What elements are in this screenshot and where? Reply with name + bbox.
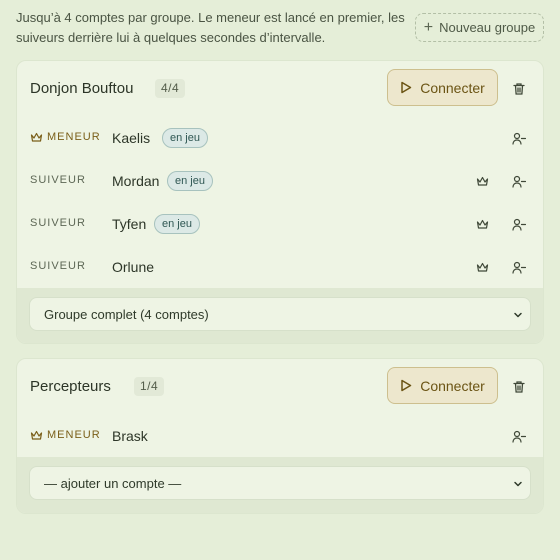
role-label: MENEUR [30, 131, 101, 143]
group-card-donjon-bouftou: Donjon Bouftou 4/4 Connecter MENEUR Kael… [16, 60, 544, 344]
remove-user-icon[interactable] [511, 216, 527, 232]
group-name: Donjon Bouftou [30, 80, 134, 97]
role-label: SUIVEUR [30, 174, 86, 186]
chevron-down-icon [512, 478, 524, 490]
play-icon [400, 81, 412, 94]
group-name: Percepteurs [30, 378, 111, 395]
remove-user-icon[interactable] [511, 259, 527, 275]
crown-icon [30, 132, 43, 143]
plus-icon: + [423, 18, 434, 36]
account-name: Tyfen [112, 216, 147, 232]
delete-group-trash-icon[interactable] [509, 377, 529, 397]
make-leader-crown-icon[interactable] [474, 216, 490, 232]
make-leader-crown-icon[interactable] [474, 173, 490, 189]
group-header: Percepteurs 1/4 Connecter [17, 359, 543, 415]
account-name: Orlune [112, 259, 155, 275]
crown-icon [30, 430, 43, 441]
status-badge: en jeu [162, 128, 208, 148]
group-count: 1/4 [134, 377, 165, 396]
new-group-button[interactable]: + Nouveau groupe [415, 13, 544, 42]
role-label: SUIVEUR [30, 217, 86, 229]
connect-label: Connecter [420, 377, 485, 394]
remove-user-icon[interactable] [511, 428, 527, 444]
role-label: SUIVEUR [30, 260, 86, 272]
select-value: — ajouter un compte — [44, 476, 182, 491]
account-name: Kaelis [112, 130, 151, 146]
connect-label: Connecter [420, 79, 485, 96]
add-account-select[interactable]: — ajouter un compte — [29, 466, 531, 500]
remove-user-icon[interactable] [511, 173, 527, 189]
role-text: MENEUR [47, 131, 101, 143]
chevron-down-icon [512, 309, 524, 321]
group-card-percepteurs: Percepteurs 1/4 Connecter MENEUR Brask —… [16, 358, 544, 514]
member-row-orlune: SUIVEUR Orlune [17, 246, 543, 289]
remove-user-icon[interactable] [511, 130, 527, 146]
connect-button[interactable]: Connecter [387, 69, 498, 106]
intro-text: Jusqu’à 4 comptes par groupe. Le meneur … [16, 10, 405, 45]
role-text: MENEUR [47, 429, 101, 441]
account-name: Brask [112, 428, 148, 444]
status-badge: en jeu [154, 214, 200, 234]
make-leader-crown-icon[interactable] [474, 259, 490, 275]
group-header: Donjon Bouftou 4/4 Connecter [17, 61, 543, 117]
role-label: MENEUR [30, 429, 101, 441]
member-row-kaelis: MENEUR Kaelis en jeu [17, 117, 543, 160]
play-icon [400, 379, 412, 392]
connect-button[interactable]: Connecter [387, 367, 498, 404]
status-badge: en jeu [167, 171, 213, 191]
add-account-select[interactable]: Groupe complet (4 comptes) [29, 297, 531, 331]
member-row-mordan: SUIVEUR Mordan en jeu [17, 160, 543, 203]
group-count: 4/4 [155, 79, 186, 98]
member-row-tyfen: SUIVEUR Tyfen en jeu [17, 203, 543, 246]
group-footer: Groupe complet (4 comptes) [17, 288, 543, 343]
account-name: Mordan [112, 173, 160, 189]
member-row-brask: MENEUR Brask [17, 415, 543, 458]
group-footer: — ajouter un compte — [17, 457, 543, 513]
select-value: Groupe complet (4 comptes) [44, 307, 209, 322]
delete-group-trash-icon[interactable] [509, 79, 529, 99]
new-group-label: Nouveau groupe [439, 20, 536, 35]
